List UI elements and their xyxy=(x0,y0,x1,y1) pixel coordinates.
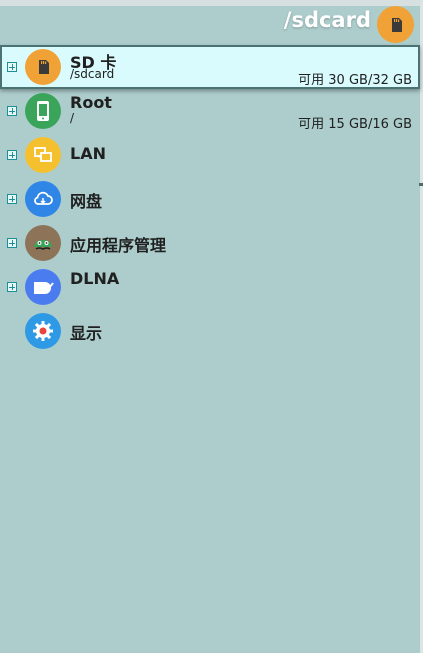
cloud-icon xyxy=(25,181,61,217)
item-label: 网盘 xyxy=(70,192,103,211)
list-item-netdisk[interactable]: 网盘 xyxy=(0,177,420,221)
item-path: /sdcard xyxy=(70,67,115,81)
list-item-display[interactable]: 显示 xyxy=(0,309,420,353)
expand-toggle[interactable] xyxy=(7,62,17,72)
list-item-app-manager[interactable]: 应用程序管理 xyxy=(0,221,420,265)
storage-list: SD 卡 /sdcard 可用 30 GB/32 GB Root / 可用 15… xyxy=(0,45,420,353)
item-storage: 可用 15 GB/16 GB xyxy=(298,117,412,132)
expand-toggle[interactable] xyxy=(7,194,17,204)
expand-toggle[interactable] xyxy=(7,150,17,160)
scroll-indicator xyxy=(419,183,423,186)
item-label: LAN xyxy=(70,144,106,163)
expand-toggle[interactable] xyxy=(7,238,17,248)
current-path-title: /sdcard xyxy=(283,8,371,32)
list-item-root[interactable]: Root / 可用 15 GB/16 GB xyxy=(0,89,420,133)
item-label: DLNA xyxy=(70,269,120,288)
app-manager-icon xyxy=(25,225,61,261)
item-label: 显示 xyxy=(70,324,103,343)
status-strip xyxy=(0,0,423,6)
item-label: 应用程序管理 xyxy=(70,236,167,255)
phone-icon xyxy=(25,93,61,129)
lan-icon xyxy=(25,137,61,173)
dlna-icon xyxy=(25,269,61,305)
item-path: / xyxy=(70,111,75,125)
item-storage: 可用 30 GB/32 GB xyxy=(298,73,412,88)
sd-card-icon xyxy=(25,49,61,85)
expand-toggle[interactable] xyxy=(7,282,17,292)
list-item-sdcard[interactable]: SD 卡 /sdcard 可用 30 GB/32 GB xyxy=(0,45,420,89)
item-label: Root xyxy=(70,93,112,112)
expand-toggle[interactable] xyxy=(7,106,17,116)
gear-icon xyxy=(25,313,61,349)
list-item-dlna[interactable]: DLNA xyxy=(0,265,420,309)
sd-card-icon[interactable] xyxy=(377,6,414,43)
list-item-lan[interactable]: LAN xyxy=(0,133,420,177)
